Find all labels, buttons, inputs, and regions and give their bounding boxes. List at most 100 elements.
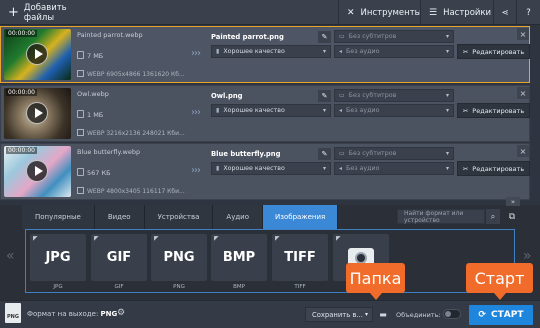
audio-select[interactable]: ◂ Без аудио ▾ xyxy=(334,104,454,117)
merge-toggle[interactable] xyxy=(443,309,461,319)
search-icon[interactable]: ⌕ xyxy=(486,209,500,224)
output-format-value: PNG xyxy=(100,310,118,318)
save-to-select[interactable]: Сохранить в... ▾ xyxy=(305,307,373,322)
quality-select[interactable]: ▮ Хорошее качество ▾ xyxy=(211,162,331,175)
format-label: JPG xyxy=(53,284,63,290)
edit-button[interactable]: ✂ Редактировать xyxy=(457,44,530,59)
remove-file-button[interactable]: × xyxy=(517,145,529,157)
subtitles-select[interactable]: ▭ Без субтитров ▾ xyxy=(334,89,454,102)
rename-button[interactable]: ✎ xyxy=(318,148,331,160)
edit-button[interactable]: ✂ Редактировать xyxy=(457,161,530,176)
remove-file-button[interactable]: × xyxy=(517,28,529,40)
info-icon xyxy=(77,70,84,77)
tab-popular[interactable]: Популярные xyxy=(22,205,95,229)
quality-select[interactable]: ▮ Хорошее качество ▾ xyxy=(211,45,331,58)
rename-button[interactable]: ✎ xyxy=(318,31,331,43)
tab-audio[interactable]: Аудио xyxy=(213,205,264,229)
add-files-button[interactable]: + Добавить файлы xyxy=(0,0,95,25)
remove-file-button[interactable]: × xyxy=(517,87,529,99)
scissors-icon: ✂ xyxy=(462,164,469,173)
info-icon xyxy=(77,129,84,136)
format-png[interactable]: ◤ PNG xyxy=(151,234,207,281)
refresh-icon: ⟳ xyxy=(478,310,487,320)
tab-images[interactable]: Изображения xyxy=(263,205,339,229)
format-label: PNG xyxy=(173,284,185,290)
output-file-name: Owl.png xyxy=(211,92,243,100)
audio-select[interactable]: ◂ Без аудио ▾ xyxy=(334,162,454,175)
start-callout: Старт xyxy=(466,263,533,300)
tools-icon: ✕ xyxy=(347,7,355,18)
share-button[interactable]: ⋖ xyxy=(493,0,516,25)
output-name: Owl.png ✎ xyxy=(211,87,331,105)
format-label: GIF xyxy=(114,284,124,290)
settings-button[interactable]: ☰ Настройки xyxy=(420,0,492,25)
file-info: WEBP 4800x3405 116117 Кби... xyxy=(87,188,185,195)
folder-callout: Папка xyxy=(346,263,405,300)
file-row[interactable]: 00:00:00 Blue butterfly.webp 567 КБ WEBP… xyxy=(0,143,530,200)
scissors-icon: ✂ xyxy=(462,47,469,56)
subtitles-select[interactable]: ▭ Без субтитров ▾ xyxy=(334,147,454,160)
duration: 00:00:00 xyxy=(6,30,37,37)
file-thumbnail[interactable]: 00:00:00 xyxy=(4,146,71,197)
file-row[interactable]: 00:00:00 Painted parrot.webp 7 МБ WEBP 6… xyxy=(0,26,530,83)
output-format-badge: PNG xyxy=(5,303,21,323)
scroll-right-icon[interactable]: » xyxy=(523,248,532,264)
edit-button[interactable]: ✂ Редактировать xyxy=(457,103,530,118)
start-button[interactable]: ⟳ СТАРТ xyxy=(469,305,533,325)
play-icon[interactable] xyxy=(26,160,48,182)
format-bmp[interactable]: ◤ BMP xyxy=(211,234,267,281)
tab-devices[interactable]: Устройства xyxy=(144,205,214,229)
help-button[interactable]: ? xyxy=(516,0,540,25)
play-icon[interactable] xyxy=(26,43,48,65)
file-row[interactable]: 00:00:00 Owl.webp 1 МБ WEBP 3216x2136 24… xyxy=(0,85,530,142)
file-icon: ▮ xyxy=(216,107,220,114)
subtitles-icon: ▭ xyxy=(339,92,345,99)
audio-select[interactable]: ◂ Без аудио ▾ xyxy=(334,45,454,58)
device-detect-icon[interactable]: ⧉ xyxy=(504,209,520,224)
share-icon: ⋖ xyxy=(501,7,509,18)
subtitles-select[interactable]: ▭ Без субтитров ▾ xyxy=(334,30,454,43)
file-name: Blue butterfly.webp xyxy=(77,148,141,156)
format-tiff[interactable]: ◤ TIFF xyxy=(272,234,328,281)
file-info: WEBP 6905x4866 1361620 Кб... xyxy=(87,71,185,78)
scissors-icon: ✂ xyxy=(462,106,469,115)
rename-button[interactable]: ✎ xyxy=(318,90,331,102)
file-thumbnail[interactable]: 00:00:00 xyxy=(4,88,71,139)
settings-label: Настройки xyxy=(443,7,492,18)
collapse-panel-button[interactable]: » xyxy=(506,197,520,206)
output-file-name: Blue butterfly.png xyxy=(211,150,281,158)
file-size-icon xyxy=(77,110,84,118)
file-icon: ▮ xyxy=(216,48,220,55)
subtitles-icon: ▭ xyxy=(339,33,345,40)
output-format: Формат на выходе: PNG xyxy=(27,310,118,318)
play-icon[interactable] xyxy=(26,102,48,124)
format-search-input[interactable]: Найти формат или устройство xyxy=(397,209,485,224)
file-thumbnail[interactable]: 00:00:00 xyxy=(4,29,71,80)
format-label: TIFF xyxy=(294,284,306,290)
format-jpg[interactable]: ◤ JPG xyxy=(30,234,86,281)
file-name: Painted parrot.webp xyxy=(77,31,143,39)
audio-icon: ◂ xyxy=(339,48,343,55)
duration: 00:00:00 xyxy=(6,147,37,154)
tools-label: Инструменты xyxy=(360,7,422,18)
menu-icon: ☰ xyxy=(429,7,438,18)
format-gif[interactable]: ◤ GIF xyxy=(91,234,147,281)
tab-video[interactable]: Видео xyxy=(94,205,145,229)
file-size-icon xyxy=(77,51,84,59)
tools-button[interactable]: ✕ Инструменты xyxy=(338,0,421,25)
file-size: 1 МБ xyxy=(87,111,104,119)
gear-icon[interactable]: ⚙ xyxy=(117,308,125,318)
folder-icon[interactable]: ▬ xyxy=(376,307,390,322)
file-size: 567 КБ xyxy=(87,169,111,177)
add-files-label: Добавить файлы xyxy=(23,2,67,23)
output-name: Painted parrot.png ✎ xyxy=(211,28,331,46)
help-icon: ? xyxy=(526,7,531,18)
audio-icon: ◂ xyxy=(339,107,343,114)
audio-icon: ◂ xyxy=(339,165,343,172)
scroll-left-icon[interactable]: « xyxy=(6,248,15,264)
info-icon xyxy=(77,187,84,194)
quality-select[interactable]: ▮ Хорошее качество ▾ xyxy=(211,104,331,117)
output-name: Blue butterfly.png ✎ xyxy=(211,145,331,163)
convert-arrow-icon: ››› xyxy=(191,48,201,59)
file-name: Owl.webp xyxy=(77,90,109,98)
